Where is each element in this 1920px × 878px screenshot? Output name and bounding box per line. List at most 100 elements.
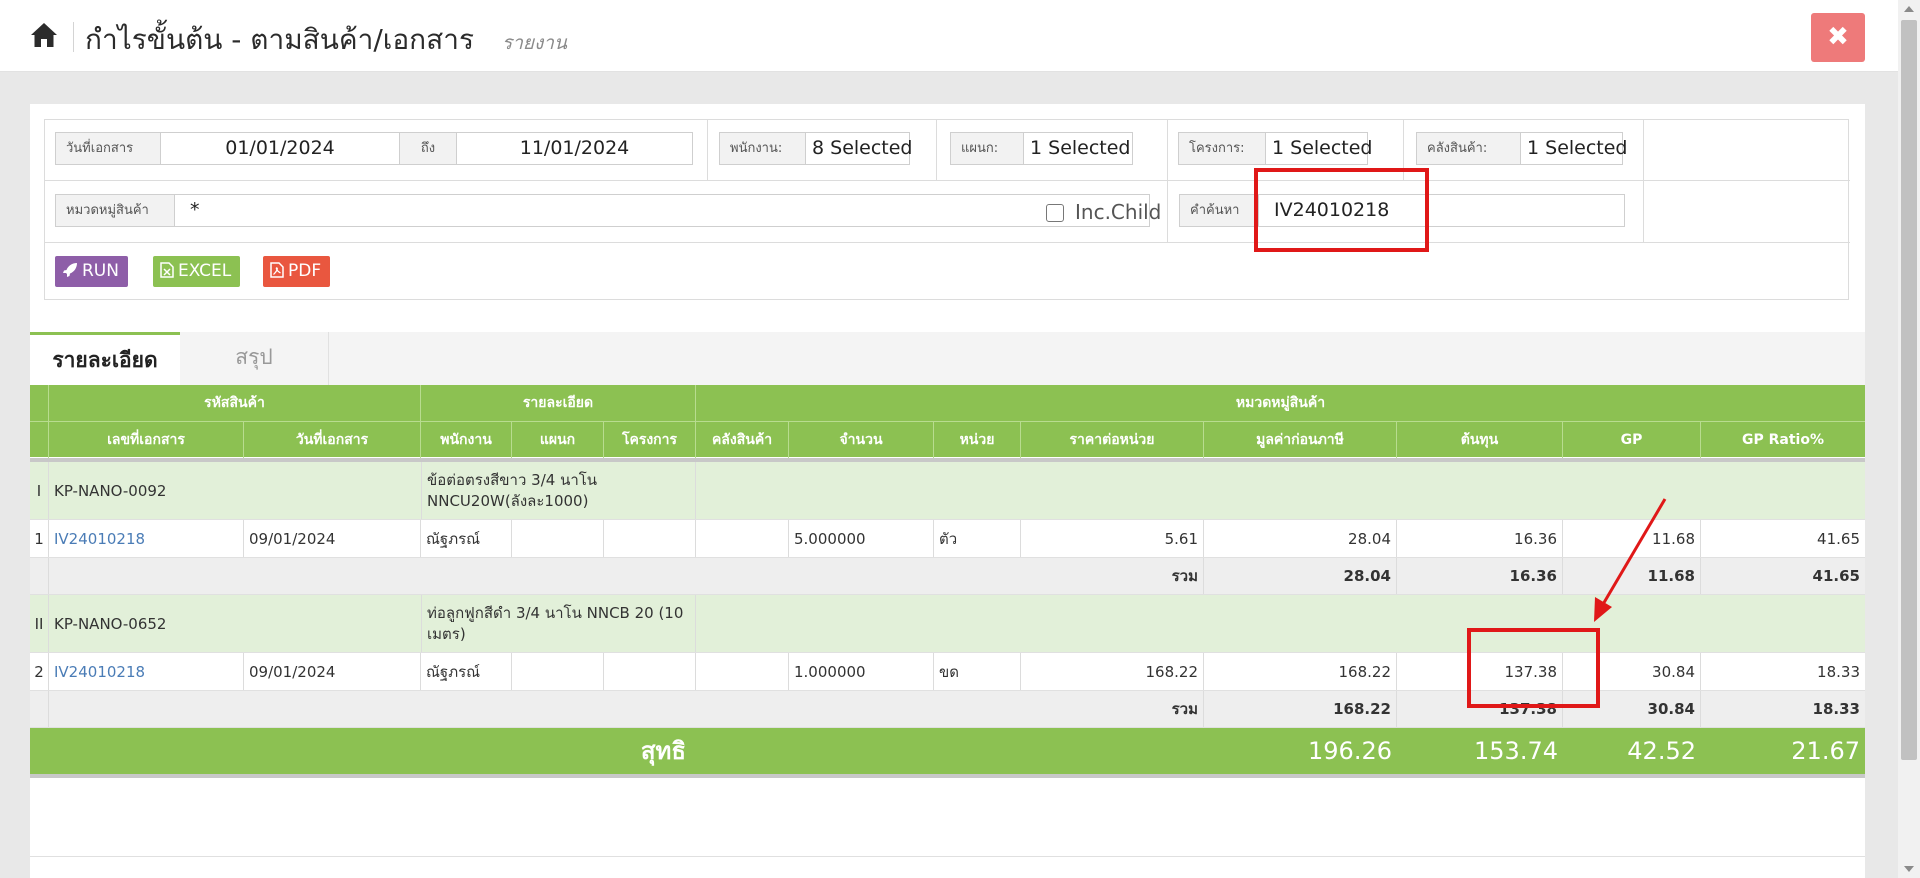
subtotal-amount: 28.04 (1204, 558, 1397, 594)
rocket-icon (63, 263, 77, 277)
doc-no-link[interactable]: IV24010218 (49, 653, 244, 690)
doc-date-label: วันที่เอกสาร (55, 132, 161, 165)
header-amount[interactable]: มูลค่าก่อนภาษี (1204, 422, 1397, 458)
doc-date-cell: 09/01/2024 (244, 520, 421, 557)
group-product-code: KP-NANO-0092 (54, 481, 167, 500)
employee-cell: ณัฐภรณ์ (421, 520, 512, 557)
filter-cell-warehouse: คลังสินค้า: 1 Selected (1404, 120, 1644, 181)
page-subtitle: รายงาน (502, 32, 567, 54)
inc-child-checkbox[interactable] (1046, 204, 1064, 222)
run-button[interactable]: RUN (55, 256, 128, 287)
date-from-input[interactable]: 01/01/2024 (160, 132, 400, 165)
close-button[interactable]: ✖ (1811, 13, 1865, 62)
header-index-cell-2 (30, 422, 49, 458)
home-icon[interactable] (30, 22, 58, 48)
header-doc-date[interactable]: วันที่เอกสาร (244, 422, 421, 458)
filter-panel: วันที่เอกสาร 01/01/2024 ถึง 11/01/2024 พ… (44, 119, 1850, 300)
header-product-code: รหัสสินค้า (49, 385, 421, 421)
filter-cell-date: วันที่เอกสาร 01/01/2024 ถึง 11/01/2024 (45, 120, 708, 181)
group-description: ข้อต่อตรงสีขาว 3/4 นาโน NNCU20W(ลังละ100… (421, 462, 696, 519)
search-label: คำค้นหา (1179, 194, 1259, 227)
pdf-file-icon (270, 262, 284, 278)
header-index-cell (30, 385, 49, 421)
department-cell (512, 520, 604, 557)
employee-label: พนักงาน: (719, 132, 806, 165)
subtotal-gp-ratio: 41.65 (1812, 567, 1860, 585)
qty-cell: 5.000000 (789, 520, 934, 557)
filter-cell-empty (1644, 120, 1850, 181)
category-input[interactable]: * (174, 194, 1150, 227)
annotation-box-cost (1467, 628, 1600, 708)
warehouse-select[interactable]: 1 Selected (1520, 132, 1628, 165)
header-warehouse[interactable]: คลังสินค้า (696, 422, 789, 458)
header-project[interactable]: โครงการ (604, 422, 696, 458)
subtotal-label: รวม (49, 691, 1204, 727)
department-select[interactable]: 1 Selected (1023, 132, 1133, 165)
subtotal-label: รวม (49, 558, 1204, 594)
subtotal-index-cell (30, 691, 49, 727)
unit-cell: ขด (934, 653, 1021, 690)
vertical-scrollbar[interactable] (1898, 0, 1920, 878)
tab-summary[interactable]: สรุป (180, 332, 329, 385)
scroll-down-arrow-icon[interactable] (1904, 866, 1914, 872)
unit-price-cell: 168.22 (1021, 653, 1204, 690)
group-description: ท่อลูกฟูกสีดำ 3/4 นาโน NNCB 20 (10 เมตร) (421, 595, 696, 652)
amount-cell: 28.04 (1204, 520, 1397, 557)
footer-divider (30, 856, 1865, 857)
header-description: รายละเอียด (421, 385, 696, 421)
annotation-arrow-icon (1594, 498, 1667, 622)
filter-cell-department: แผนก: 1 Selected (937, 120, 1168, 181)
project-select[interactable]: 1 Selected (1265, 132, 1373, 165)
net-total-row: สุทธิ 196.26 153.74 42.52 21.67 (30, 728, 1865, 778)
tab-detail[interactable]: รายละเอียด (30, 332, 180, 385)
filter-cell-employee: พนักงาน: 8 Selected (708, 120, 937, 181)
excel-button[interactable]: EXCEL (153, 256, 241, 287)
net-total-amount: 196.26 (1308, 737, 1392, 765)
subtotal-gp-ratio: 18.33 (1812, 700, 1860, 718)
net-total-gp: 42.52 (1627, 737, 1696, 765)
header-doc-no[interactable]: เลขที่เอกสาร (49, 422, 244, 458)
excel-button-label: EXCEL (178, 261, 232, 281)
subtotal-index-cell (30, 558, 49, 594)
gp-ratio-cell: 18.33 (1817, 662, 1860, 681)
qty-cell: 1.000000 (789, 653, 934, 690)
row-number: 1 (30, 520, 49, 557)
project-cell (604, 520, 696, 557)
header-qty[interactable]: จำนวน (789, 422, 934, 458)
header-category: หมวดหมู่สินค้า (1235, 395, 1326, 411)
doc-date-cell: 09/01/2024 (244, 653, 421, 690)
employee-select[interactable]: 8 Selected (805, 132, 913, 165)
scrollbar-thumb[interactable] (1901, 20, 1917, 760)
amount-cell: 168.22 (1204, 653, 1397, 690)
header-cost[interactable]: ต้นทุน (1397, 422, 1563, 458)
warehouse-cell (696, 520, 789, 557)
header-unit-price[interactable]: ราคาต่อหน่วย (1021, 422, 1204, 458)
unit-cell: ตัว (934, 520, 1021, 557)
net-total-gp-ratio: 21.67 (1791, 737, 1860, 765)
gp-ratio-cell: 41.65 (1817, 529, 1860, 548)
title-divider (73, 22, 74, 52)
scroll-up-arrow-icon[interactable] (1904, 6, 1914, 12)
pdf-button[interactable]: PDF (263, 256, 331, 287)
net-total-label: สุทธิ (640, 737, 686, 765)
header-unit[interactable]: หน่วย (934, 422, 1021, 458)
group-index: II (30, 595, 49, 652)
table-header-row: เลขที่เอกสาร วันที่เอกสาร พนักงาน แผนก โ… (30, 421, 1865, 458)
header-gp[interactable]: GP (1563, 422, 1701, 458)
page-title: กำไรขั้นต้น - ตามสินค้า/เอกสาร (85, 23, 474, 56)
report-card: วันที่เอกสาร 01/01/2024 ถึง 11/01/2024 พ… (30, 104, 1865, 878)
unit-price-cell: 5.61 (1021, 520, 1204, 557)
header-employee[interactable]: พนักงาน (421, 422, 512, 458)
group-index: I (30, 462, 49, 519)
subtotal-cost: 16.36 (1397, 558, 1563, 594)
annotation-box-search (1254, 168, 1429, 252)
header-department[interactable]: แผนก (512, 422, 604, 458)
warehouse-cell (696, 653, 789, 690)
header-gp-ratio[interactable]: GP Ratio% (1701, 422, 1865, 458)
doc-no-link[interactable]: IV24010218 (49, 520, 244, 557)
date-to-input[interactable]: 11/01/2024 (456, 132, 693, 165)
cost-cell: 16.36 (1397, 520, 1563, 557)
title-bar: กำไรขั้นต้น - ตามสินค้า/เอกสาร รายงาน ✖ (0, 0, 1898, 72)
pdf-button-label: PDF (288, 261, 322, 281)
net-total-cost: 153.74 (1474, 737, 1558, 765)
